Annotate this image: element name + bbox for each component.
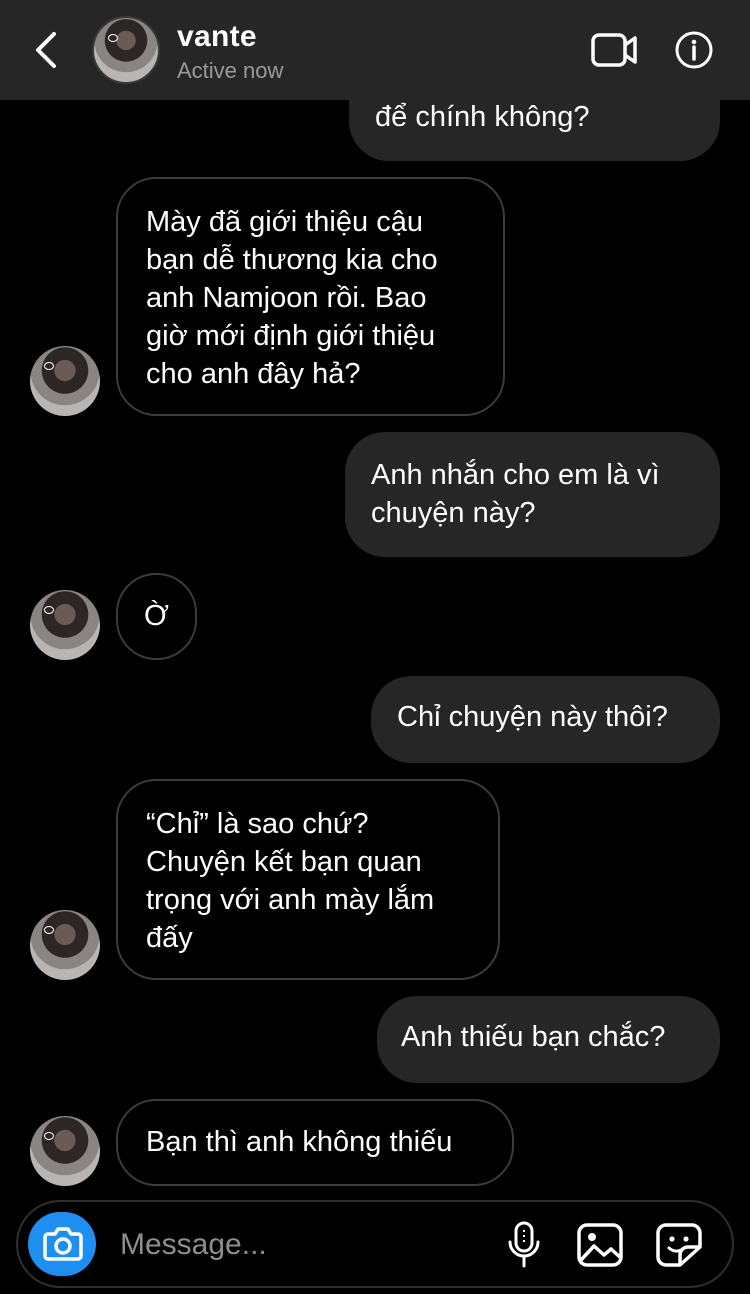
info-icon [675, 31, 713, 69]
gallery-button[interactable] [576, 1222, 624, 1268]
outgoing-message[interactable]: Chỉ chuyện này thôi? [371, 676, 720, 763]
sender-avatar[interactable] [30, 910, 100, 980]
camera-button[interactable] [28, 1212, 96, 1276]
message-text: Chỉ chuyện này thôi? [397, 701, 668, 733]
sender-avatar[interactable] [30, 1116, 100, 1186]
message-text: Anh nhắn cho em là vì chuyện này? [371, 459, 660, 529]
outgoing-message[interactable]: Anh thiếu bạn chắc? [377, 996, 720, 1083]
incoming-message[interactable]: Bạn thì anh không thiếu [116, 1099, 514, 1186]
incoming-message[interactable]: Mày đã giới thiệu cậu bạn dễ thương kia … [116, 177, 505, 416]
chat-screen: vante Active now để chính không? Mày đã … [0, 0, 750, 1294]
info-button[interactable] [674, 30, 714, 70]
image-icon [577, 1223, 623, 1267]
sticker-icon [656, 1223, 702, 1267]
video-call-button[interactable] [590, 30, 638, 70]
message-text: “Chỉ” là sao chứ? Chuyện kết bạn quan tr… [146, 808, 435, 954]
sender-avatar[interactable] [30, 346, 100, 416]
message-text: Ờ [144, 600, 169, 632]
message-input[interactable] [120, 1224, 490, 1266]
message-text: Anh thiếu bạn chắc? [401, 1021, 666, 1053]
camera-icon [43, 1227, 83, 1261]
chevron-left-icon [36, 32, 56, 68]
contact-name[interactable]: vante [177, 20, 257, 54]
sticker-button[interactable] [655, 1222, 703, 1268]
contact-avatar[interactable] [92, 16, 160, 84]
microphone-icon [508, 1221, 540, 1268]
message-composer [16, 1200, 734, 1288]
message-text: Mày đã giới thiệu cậu bạn dễ thương kia … [146, 206, 438, 390]
incoming-message[interactable]: “Chỉ” là sao chứ? Chuyện kết bạn quan tr… [116, 779, 500, 980]
outgoing-message[interactable]: Anh nhắn cho em là vì chuyện này? [345, 432, 720, 557]
chat-header: vante Active now [0, 0, 750, 100]
video-camera-icon [591, 33, 637, 67]
back-button[interactable] [28, 26, 68, 74]
voice-message-button[interactable] [504, 1220, 544, 1270]
message-text: để chính không? [375, 101, 590, 133]
active-status: Active now [177, 58, 284, 83]
message-text: Bạn thì anh không thiếu [146, 1126, 453, 1158]
sender-avatar[interactable] [30, 590, 100, 660]
incoming-message[interactable]: Ờ [116, 573, 197, 660]
